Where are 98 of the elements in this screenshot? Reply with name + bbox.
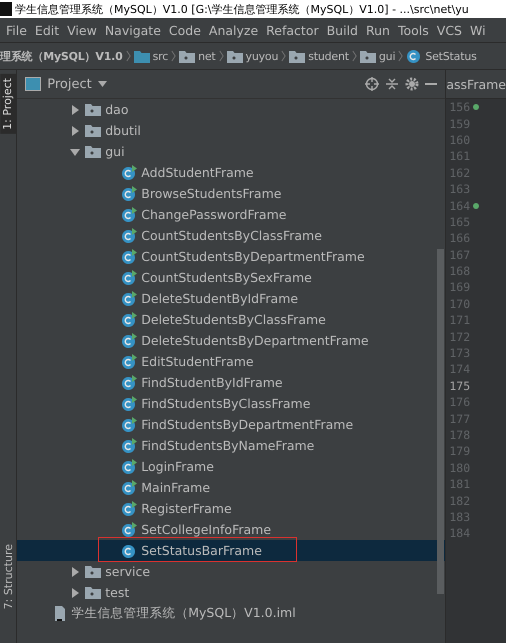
menu-item[interactable]: Tools: [394, 22, 433, 38]
collapse-arrow-icon[interactable]: [69, 124, 82, 136]
tree-item[interactable]: AddStudentFrame: [17, 162, 446, 183]
folder-icon: [85, 124, 102, 137]
folder-icon: [179, 50, 196, 62]
class-run-icon: [121, 374, 138, 390]
breadcrumb-item[interactable]: gui: [360, 50, 396, 62]
tree-item[interactable]: FindStudentsByClassFrame: [17, 393, 446, 414]
class-run-icon: [121, 480, 138, 496]
class-run-icon: [121, 206, 138, 222]
menu-item[interactable]: VCS: [432, 22, 466, 38]
tree-item[interactable]: FindStudentByIdFrame: [17, 372, 446, 393]
menu-item[interactable]: Build: [322, 22, 362, 38]
chevron-icon: [171, 50, 176, 62]
settings-icon[interactable]: [405, 77, 420, 91]
collapse-all-icon[interactable]: [385, 77, 400, 91]
class-icon: [121, 542, 138, 558]
breadcrumb-item[interactable]: 理系统（MySQL）V1.0: [0, 48, 123, 64]
tree-item[interactable]: CountStudentsBySexFrame: [17, 267, 446, 288]
window-icon: [25, 77, 42, 91]
scrollbar[interactable]: [437, 249, 444, 594]
tree-item[interactable]: dao: [17, 99, 446, 120]
tree-item[interactable]: CountStudentsByClassFrame: [17, 225, 446, 246]
collapse-arrow-icon[interactable]: [69, 104, 82, 116]
breadcrumb-item[interactable]: SetStatus: [406, 48, 477, 64]
breadcrumb-item[interactable]: yuyou: [226, 50, 278, 62]
tree-item[interactable]: BrowseStudentsFrame: [17, 183, 446, 204]
collapse-arrow-icon[interactable]: [69, 586, 82, 598]
file-icon: [53, 606, 68, 622]
side-tab[interactable]: 1: Project: [0, 74, 16, 134]
class-run-icon: [121, 438, 138, 454]
class-run-icon: [121, 290, 138, 306]
tree-item[interactable]: CountStudentsByDepartmentFrame: [17, 246, 446, 267]
folder-icon: [85, 565, 102, 578]
breadcrumb-item[interactable]: net: [179, 50, 216, 62]
menu-item[interactable]: Code: [164, 22, 205, 38]
class-run-icon: [121, 416, 138, 432]
line-number: 175: [448, 378, 472, 394]
tree-item[interactable]: gui: [17, 141, 446, 162]
menu-item[interactable]: Navigate: [100, 22, 165, 38]
tree-item[interactable]: MainFrame: [17, 477, 446, 498]
chevron-icon: [218, 50, 224, 62]
menu-item[interactable]: View: [63, 22, 101, 38]
chevron-icon: [281, 50, 286, 62]
panel-title[interactable]: Project: [47, 76, 92, 92]
menu-item[interactable]: Edit: [30, 22, 64, 38]
tree-item[interactable]: FindStudentsByDepartmentFrame: [17, 414, 446, 435]
folder-icon: [85, 103, 102, 116]
class-run-icon: [121, 164, 138, 180]
folder-icon: [360, 50, 376, 62]
dropdown-icon[interactable]: [98, 81, 107, 87]
collapse-arrow-icon[interactable]: [69, 566, 82, 578]
class-run-icon: [121, 270, 138, 286]
minimize-icon[interactable]: [425, 82, 438, 86]
menu-item[interactable]: Refactor: [262, 22, 323, 38]
class-run-icon: [121, 228, 138, 244]
class-icon: [406, 48, 422, 64]
class-run-icon: [121, 186, 138, 202]
folder-icon: [226, 50, 243, 62]
tree-item[interactable]: test: [17, 582, 446, 603]
class-run-icon: [121, 332, 138, 348]
chevron-icon: [126, 50, 131, 62]
tree-item[interactable]: SetStatusBarFrame: [17, 540, 446, 561]
folder-icon: [85, 145, 102, 158]
tree-item[interactable]: RegisterFrame: [17, 498, 446, 519]
tree-item[interactable]: 学生信息管理系统（MySQL）V1.0.iml: [17, 603, 446, 624]
class-run-icon: [121, 312, 138, 328]
class-run-icon: [121, 248, 138, 264]
tree-item[interactable]: SetCollegeInfoFrame: [17, 519, 446, 540]
tree-item[interactable]: service: [17, 561, 446, 582]
menu-item[interactable]: Wi: [466, 22, 490, 38]
class-run-icon: [121, 458, 138, 474]
tree-item[interactable]: DeleteStudentByIdFrame: [17, 288, 446, 309]
folder-icon: [134, 50, 150, 62]
locate-icon[interactable]: [365, 77, 380, 91]
tree-item[interactable]: ChangePasswordFrame: [17, 204, 446, 225]
breadcrumb-item[interactable]: src: [134, 50, 168, 62]
class-run-icon: [121, 522, 138, 538]
side-tab[interactable]: 7: Structure: [0, 540, 16, 613]
breadcrumb-item[interactable]: student: [289, 50, 349, 62]
tree-item[interactable]: EditStudentFrame: [17, 351, 446, 372]
chevron-icon: [398, 50, 404, 62]
class-run-icon: [121, 396, 138, 412]
folder-icon: [289, 50, 306, 62]
tree-item[interactable]: dbutil: [17, 120, 446, 141]
class-run-icon: [121, 500, 138, 516]
folder-icon: [85, 586, 102, 599]
chevron-icon: [352, 50, 357, 62]
tree-item[interactable]: DeleteStudentsByDepartmentFrame: [17, 330, 446, 351]
app-icon: [0, 2, 12, 16]
tree-item[interactable]: DeleteStudentsByClassFrame: [17, 309, 446, 330]
menu-item[interactable]: File: [2, 22, 31, 38]
tree-item[interactable]: LoginFrame: [17, 456, 446, 477]
class-run-icon: [121, 354, 138, 370]
tree-item[interactable]: FindStudentsByNameFrame: [17, 435, 446, 456]
menu-item[interactable]: Analyze: [204, 22, 262, 38]
window-title: 学生信息管理系统（MySQL）V1.0 [G:\学生信息管理系统（MySQL）V1.0] - ...\src\net\yu: [15, 2, 469, 16]
menu-item[interactable]: Run: [362, 22, 394, 38]
